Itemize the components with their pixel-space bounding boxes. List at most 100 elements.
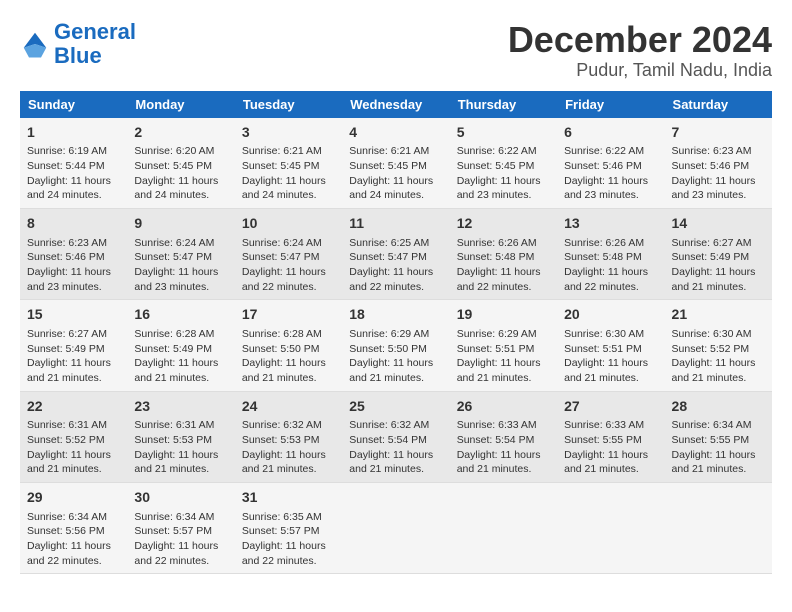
cell-info: Sunset: 5:52 PM — [672, 342, 765, 357]
cell-info: Daylight: 11 hours and 24 minutes. — [134, 174, 227, 203]
logo-icon — [20, 29, 50, 59]
day-number: 22 — [27, 397, 120, 417]
cell-info: Sunset: 5:51 PM — [457, 342, 550, 357]
calendar-cell: 23Sunrise: 6:31 AMSunset: 5:53 PMDayligh… — [127, 391, 234, 482]
cell-info: Sunrise: 6:29 AM — [457, 327, 550, 342]
cell-info: Sunset: 5:47 PM — [349, 250, 442, 265]
cell-info: Daylight: 11 hours and 23 minutes. — [27, 265, 120, 294]
day-number: 23 — [134, 397, 227, 417]
day-number: 14 — [672, 214, 765, 234]
cell-info: Sunset: 5:46 PM — [672, 159, 765, 174]
cell-info: Sunrise: 6:23 AM — [27, 236, 120, 251]
cell-info: Daylight: 11 hours and 21 minutes. — [27, 356, 120, 385]
cell-info: Sunset: 5:48 PM — [564, 250, 657, 265]
cell-info: Sunrise: 6:19 AM — [27, 144, 120, 159]
calendar-cell: 21Sunrise: 6:30 AMSunset: 5:52 PMDayligh… — [665, 300, 772, 391]
day-number: 24 — [242, 397, 335, 417]
cell-info: Sunrise: 6:23 AM — [672, 144, 765, 159]
day-number: 2 — [134, 123, 227, 143]
cell-info: Daylight: 11 hours and 22 minutes. — [564, 265, 657, 294]
cell-info: Sunrise: 6:26 AM — [457, 236, 550, 251]
calendar-week-row: 22Sunrise: 6:31 AMSunset: 5:52 PMDayligh… — [20, 391, 772, 482]
cell-info: Sunrise: 6:26 AM — [564, 236, 657, 251]
day-number: 25 — [349, 397, 442, 417]
calendar-cell: 22Sunrise: 6:31 AMSunset: 5:52 PMDayligh… — [20, 391, 127, 482]
calendar-cell: 18Sunrise: 6:29 AMSunset: 5:50 PMDayligh… — [342, 300, 449, 391]
calendar-cell: 15Sunrise: 6:27 AMSunset: 5:49 PMDayligh… — [20, 300, 127, 391]
cell-info: Sunrise: 6:24 AM — [242, 236, 335, 251]
cell-info: Daylight: 11 hours and 21 minutes. — [27, 448, 120, 477]
day-number: 26 — [457, 397, 550, 417]
cell-info: Sunrise: 6:21 AM — [242, 144, 335, 159]
cell-info: Sunrise: 6:27 AM — [27, 327, 120, 342]
day-number: 19 — [457, 305, 550, 325]
calendar-cell: 11Sunrise: 6:25 AMSunset: 5:47 PMDayligh… — [342, 208, 449, 299]
cell-info: Daylight: 11 hours and 21 minutes. — [457, 448, 550, 477]
cell-info: Sunrise: 6:34 AM — [134, 510, 227, 525]
day-number: 5 — [457, 123, 550, 143]
calendar-cell: 10Sunrise: 6:24 AMSunset: 5:47 PMDayligh… — [235, 208, 342, 299]
header-wednesday: Wednesday — [342, 91, 449, 118]
calendar-cell: 7Sunrise: 6:23 AMSunset: 5:46 PMDaylight… — [665, 118, 772, 209]
header-sunday: Sunday — [20, 91, 127, 118]
header-thursday: Thursday — [450, 91, 557, 118]
cell-info: Daylight: 11 hours and 23 minutes. — [564, 174, 657, 203]
cell-info: Sunset: 5:49 PM — [27, 342, 120, 357]
cell-info: Daylight: 11 hours and 21 minutes. — [457, 356, 550, 385]
cell-info: Sunrise: 6:33 AM — [457, 418, 550, 433]
cell-info: Sunset: 5:45 PM — [457, 159, 550, 174]
calendar-header-row: SundayMondayTuesdayWednesdayThursdayFrid… — [20, 91, 772, 118]
calendar-week-row: 29Sunrise: 6:34 AMSunset: 5:56 PMDayligh… — [20, 482, 772, 573]
page-subtitle: Pudur, Tamil Nadu, India — [508, 60, 772, 81]
cell-info: Sunset: 5:51 PM — [564, 342, 657, 357]
day-number: 30 — [134, 488, 227, 508]
calendar-table: SundayMondayTuesdayWednesdayThursdayFrid… — [20, 91, 772, 575]
day-number: 8 — [27, 214, 120, 234]
day-number: 28 — [672, 397, 765, 417]
calendar-cell — [557, 482, 664, 573]
cell-info: Sunset: 5:57 PM — [134, 524, 227, 539]
cell-info: Sunset: 5:54 PM — [349, 433, 442, 448]
cell-info: Daylight: 11 hours and 21 minutes. — [349, 448, 442, 477]
cell-info: Sunrise: 6:30 AM — [564, 327, 657, 342]
cell-info: Sunset: 5:45 PM — [242, 159, 335, 174]
cell-info: Sunset: 5:46 PM — [564, 159, 657, 174]
cell-info: Sunset: 5:56 PM — [27, 524, 120, 539]
cell-info: Daylight: 11 hours and 21 minutes. — [564, 448, 657, 477]
day-number: 21 — [672, 305, 765, 325]
calendar-week-row: 15Sunrise: 6:27 AMSunset: 5:49 PMDayligh… — [20, 300, 772, 391]
calendar-cell: 28Sunrise: 6:34 AMSunset: 5:55 PMDayligh… — [665, 391, 772, 482]
cell-info: Daylight: 11 hours and 21 minutes. — [564, 356, 657, 385]
cell-info: Daylight: 11 hours and 22 minutes. — [457, 265, 550, 294]
cell-info: Sunrise: 6:31 AM — [134, 418, 227, 433]
cell-info: Daylight: 11 hours and 24 minutes. — [27, 174, 120, 203]
cell-info: Sunrise: 6:20 AM — [134, 144, 227, 159]
cell-info: Sunset: 5:47 PM — [134, 250, 227, 265]
cell-info: Daylight: 11 hours and 21 minutes. — [349, 356, 442, 385]
calendar-cell: 1Sunrise: 6:19 AMSunset: 5:44 PMDaylight… — [20, 118, 127, 209]
cell-info: Sunrise: 6:27 AM — [672, 236, 765, 251]
header-tuesday: Tuesday — [235, 91, 342, 118]
cell-info: Sunrise: 6:21 AM — [349, 144, 442, 159]
day-number: 18 — [349, 305, 442, 325]
calendar-cell: 6Sunrise: 6:22 AMSunset: 5:46 PMDaylight… — [557, 118, 664, 209]
calendar-cell: 31Sunrise: 6:35 AMSunset: 5:57 PMDayligh… — [235, 482, 342, 573]
cell-info: Sunrise: 6:35 AM — [242, 510, 335, 525]
cell-info: Daylight: 11 hours and 21 minutes. — [134, 356, 227, 385]
day-number: 3 — [242, 123, 335, 143]
cell-info: Sunset: 5:54 PM — [457, 433, 550, 448]
cell-info: Sunset: 5:50 PM — [349, 342, 442, 357]
day-number: 10 — [242, 214, 335, 234]
cell-info: Sunrise: 6:25 AM — [349, 236, 442, 251]
calendar-cell: 14Sunrise: 6:27 AMSunset: 5:49 PMDayligh… — [665, 208, 772, 299]
day-number: 9 — [134, 214, 227, 234]
calendar-cell: 16Sunrise: 6:28 AMSunset: 5:49 PMDayligh… — [127, 300, 234, 391]
day-number: 12 — [457, 214, 550, 234]
cell-info: Sunrise: 6:32 AM — [349, 418, 442, 433]
day-number: 1 — [27, 123, 120, 143]
calendar-cell — [342, 482, 449, 573]
calendar-cell: 17Sunrise: 6:28 AMSunset: 5:50 PMDayligh… — [235, 300, 342, 391]
day-number: 4 — [349, 123, 442, 143]
cell-info: Sunrise: 6:22 AM — [457, 144, 550, 159]
calendar-week-row: 1Sunrise: 6:19 AMSunset: 5:44 PMDaylight… — [20, 118, 772, 209]
